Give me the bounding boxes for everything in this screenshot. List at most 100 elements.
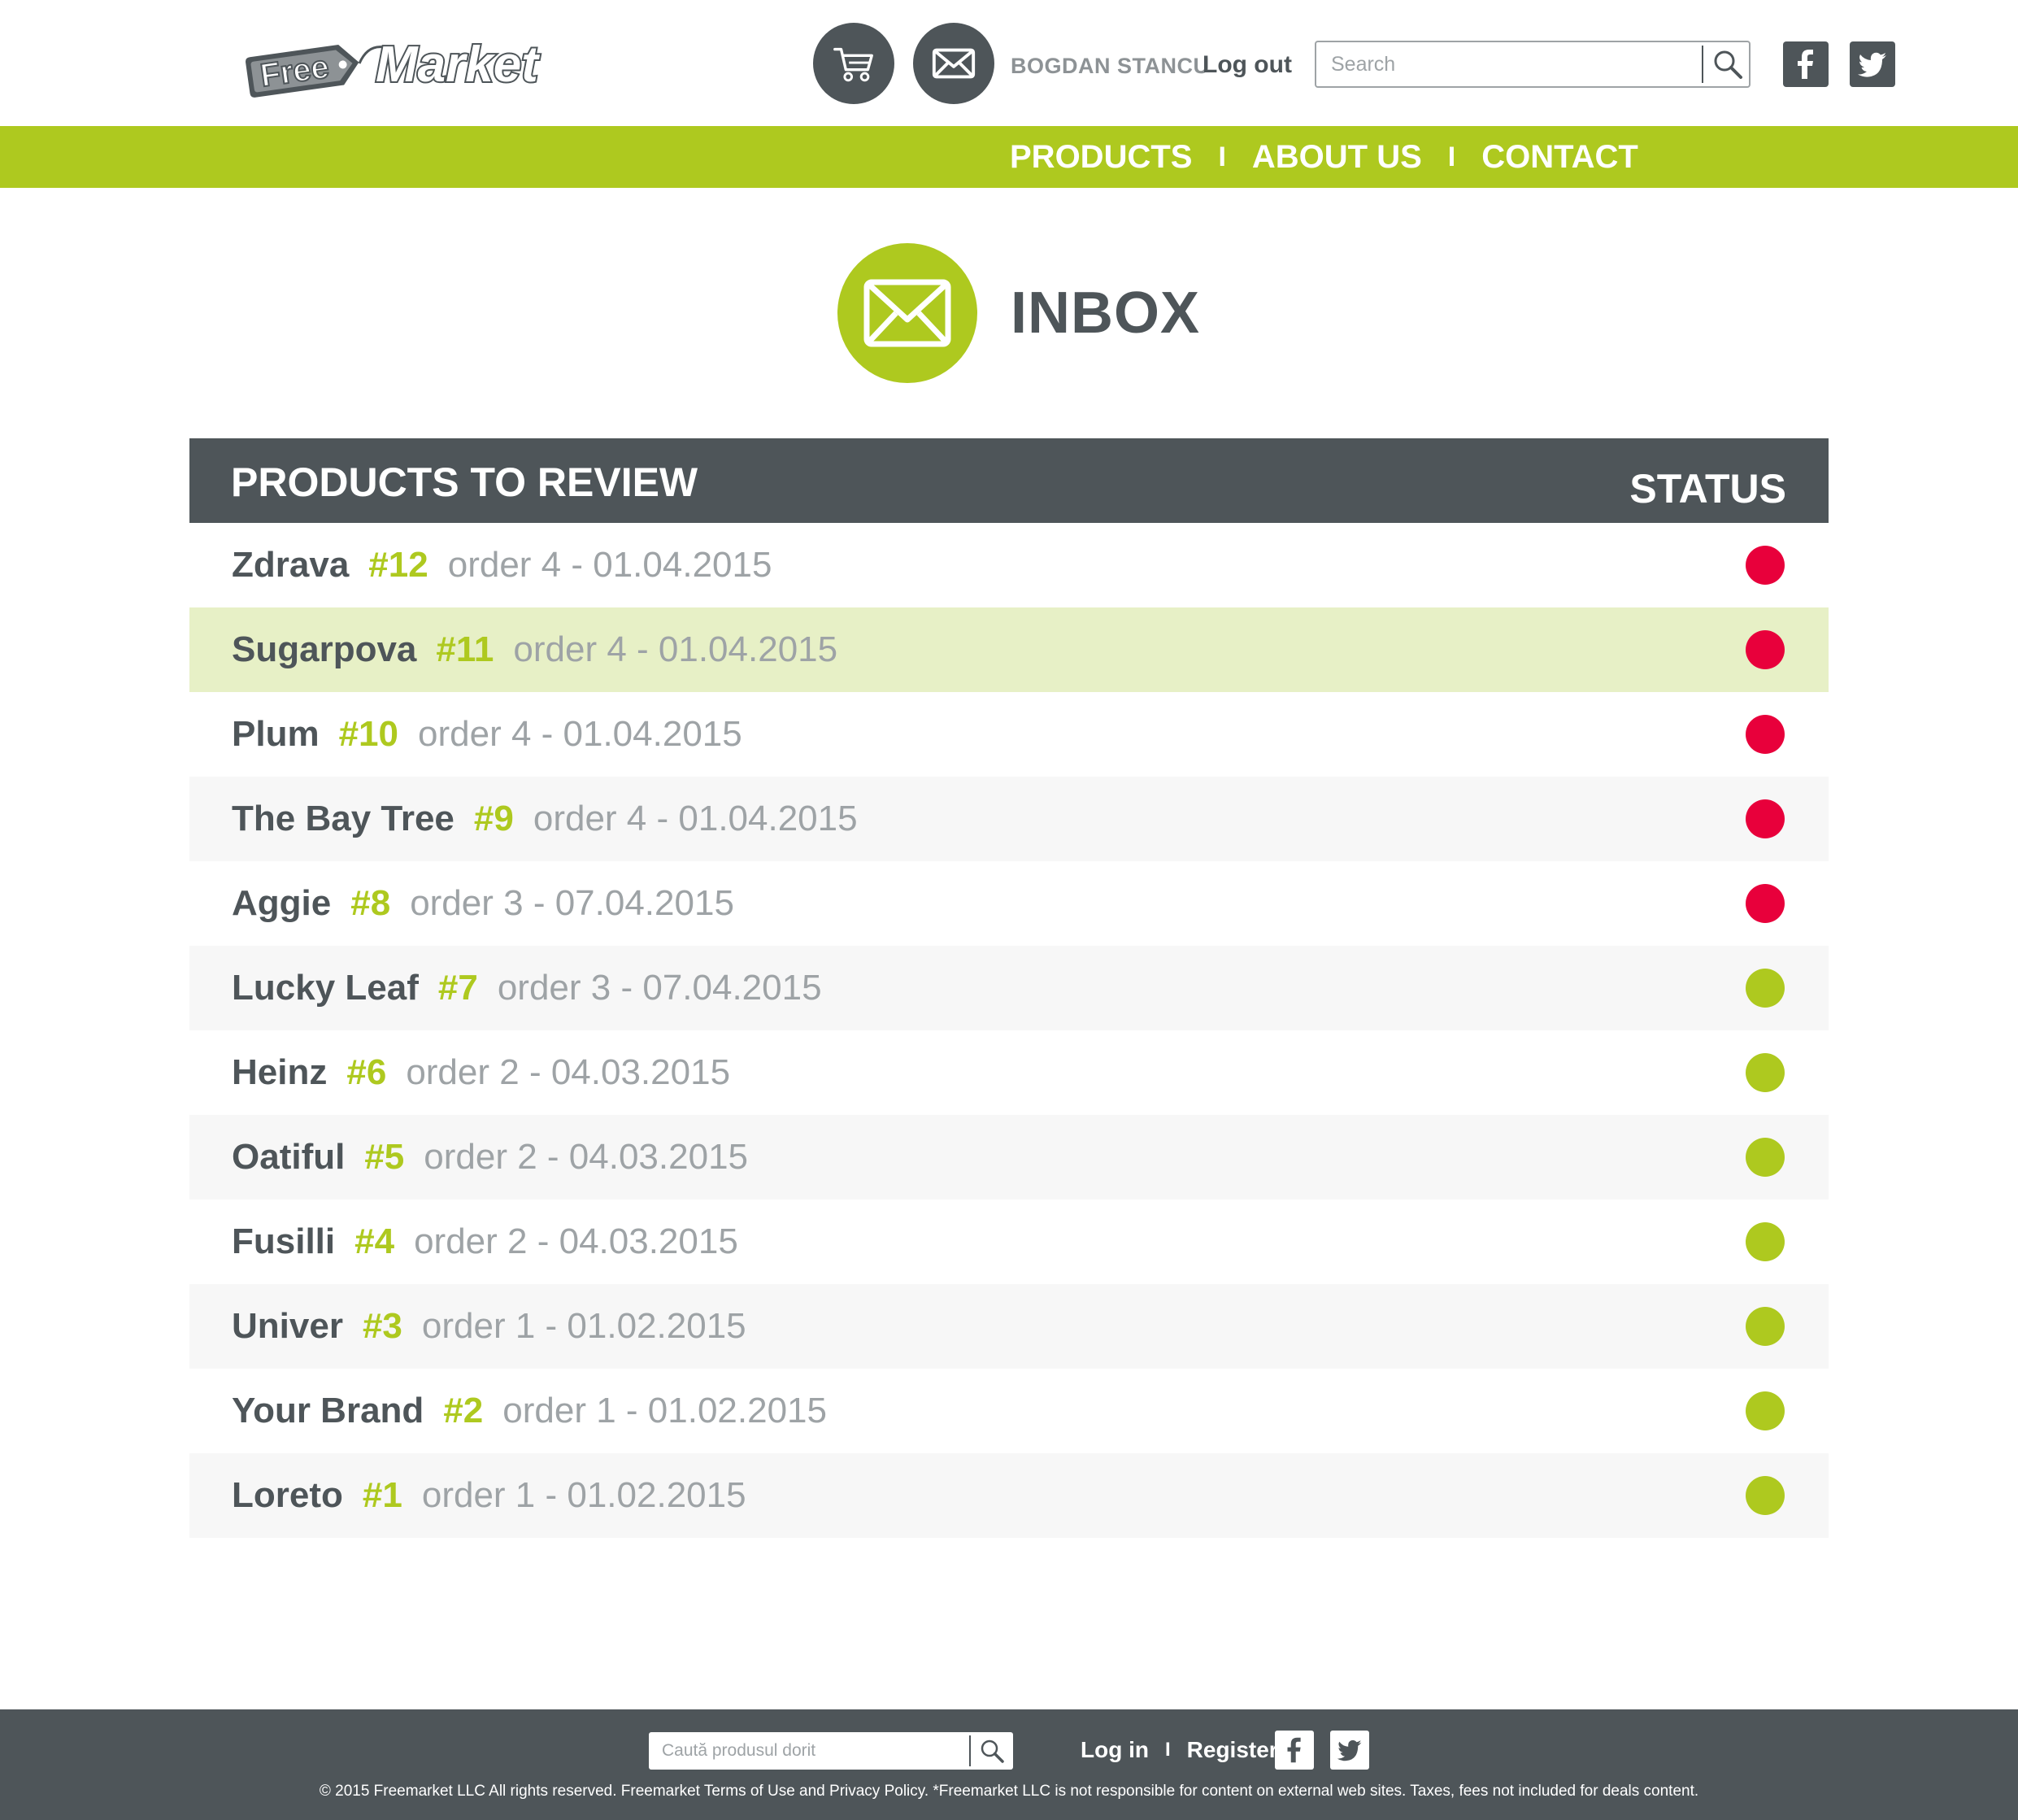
freemarket-logo[interactable]: Free Market — [246, 24, 587, 106]
footer-login-link[interactable]: Log in — [1081, 1737, 1149, 1763]
facebook-icon — [1798, 50, 1813, 79]
order-info: order 2 - 04.03.2015 — [424, 1137, 749, 1177]
status-indicator — [1746, 1053, 1785, 1092]
footer-separator: I — [1164, 1739, 1171, 1761]
order-info: order 2 - 04.03.2015 — [414, 1221, 738, 1261]
table-row[interactable]: Your Brand #2 order 1 - 01.02.2015 — [189, 1369, 1829, 1453]
status-indicator — [1746, 884, 1785, 923]
order-info: order 4 - 01.04.2015 — [513, 629, 838, 669]
twitter-icon — [1858, 52, 1886, 77]
product-name: Heinz — [232, 1052, 328, 1092]
product-name: Sugarpova — [232, 629, 417, 669]
mail-icon — [863, 279, 951, 347]
product-number: #2 — [443, 1391, 484, 1430]
product-number: #6 — [346, 1052, 387, 1092]
product-name: Oatiful — [232, 1137, 346, 1177]
table-body: Zdrava #12 order 4 - 01.04.2015 Sugarpova #1… — [189, 523, 1829, 1538]
order-info: order 3 - 07.04.2015 — [410, 883, 734, 923]
inbox-title-badge — [837, 243, 977, 383]
product-name: Lucky Leaf — [232, 968, 419, 1008]
cart-button[interactable] — [813, 23, 894, 104]
twitter-link[interactable] — [1850, 41, 1895, 87]
product-name: Zdrava — [232, 545, 350, 585]
order-info: order 1 - 01.02.2015 — [421, 1306, 746, 1346]
product-number: #9 — [473, 799, 514, 838]
order-info: order 4 - 01.04.2015 — [533, 799, 858, 838]
footer-search-input[interactable] — [649, 1732, 968, 1770]
table-row[interactable]: Sugarpova #11 order 4 - 01.04.2015 — [189, 607, 1829, 692]
footer: Log in I Register © 2015 Freemarket LLC … — [0, 1709, 2018, 1820]
order-info: order 1 - 01.02.2015 — [502, 1391, 827, 1430]
table-row[interactable]: Zdrava #12 order 4 - 01.04.2015 — [189, 523, 1829, 607]
product-name: Aggie — [232, 883, 332, 923]
table-row[interactable]: Plum #10 order 4 - 01.04.2015 — [189, 692, 1829, 777]
product-number: #11 — [436, 629, 494, 669]
table-row[interactable]: Fusilli #4 order 2 - 04.03.2015 — [189, 1200, 1829, 1284]
product-number: #1 — [362, 1475, 402, 1515]
table-row[interactable]: Heinz #6 order 2 - 04.03.2015 — [189, 1030, 1829, 1115]
product-name: Univer — [232, 1306, 343, 1346]
table-header: PRODUCTS TO REVIEW STATUS — [189, 438, 1829, 523]
page-title: INBOX — [1011, 281, 1201, 346]
username-label: BOGDAN STANCU — [1011, 54, 1210, 78]
status-indicator — [1746, 630, 1785, 669]
products-review-table: PRODUCTS TO REVIEW STATUS Zdrava #12 order… — [189, 438, 1829, 1538]
status-indicator — [1746, 546, 1785, 585]
inbox-button[interactable] — [913, 23, 994, 104]
column-header-products: PRODUCTS TO REVIEW — [231, 459, 698, 505]
order-info: order 3 - 07.04.2015 — [497, 968, 822, 1008]
status-indicator — [1746, 715, 1785, 754]
status-indicator — [1746, 1307, 1785, 1346]
main-nav: PRODUCTS I ABOUT US I CONTACT — [0, 126, 2018, 188]
nav-contact[interactable]: CONTACT — [1481, 126, 1638, 188]
table-row[interactable]: Lucky Leaf #7 order 3 - 07.04.2015 — [189, 946, 1829, 1030]
status-indicator — [1746, 1391, 1785, 1430]
table-row[interactable]: Univer #3 order 1 - 01.02.2015 — [189, 1284, 1829, 1369]
product-number: #10 — [338, 714, 398, 754]
footer-register-link[interactable]: Register — [1187, 1737, 1278, 1763]
facebook-icon — [1287, 1737, 1301, 1763]
search-divider — [1702, 46, 1703, 83]
logout-link[interactable]: Log out — [1203, 50, 1292, 80]
product-number: #8 — [350, 883, 391, 923]
footer-twitter-link[interactable] — [1330, 1731, 1369, 1770]
footer-search-divider — [969, 1735, 971, 1766]
product-name: Fusilli — [232, 1221, 336, 1261]
table-row[interactable]: Loreto #1 order 1 - 01.02.2015 — [189, 1453, 1829, 1538]
search-input[interactable] — [1316, 42, 1703, 86]
status-indicator — [1746, 969, 1785, 1008]
search-icon[interactable] — [1710, 46, 1746, 82]
product-number: #3 — [362, 1306, 402, 1346]
logo-market-text: Market — [376, 37, 540, 93]
nav-products[interactable]: PRODUCTS — [1010, 126, 1192, 188]
footer-facebook-link[interactable] — [1275, 1731, 1314, 1770]
product-name: Loreto — [232, 1475, 343, 1515]
twitter-icon — [1337, 1739, 1362, 1761]
status-indicator — [1746, 799, 1785, 838]
product-number: #7 — [437, 968, 478, 1008]
nav-separator: I — [1447, 142, 1456, 172]
nav-about-us[interactable]: ABOUT US — [1252, 126, 1422, 188]
product-number: #5 — [364, 1137, 405, 1177]
order-info: order 2 - 04.03.2015 — [406, 1052, 731, 1092]
product-number: #4 — [354, 1221, 395, 1261]
status-indicator — [1746, 1222, 1785, 1261]
table-row[interactable]: The Bay Tree #9 order 4 - 01.04.2015 — [189, 777, 1829, 861]
order-info: order 4 - 01.04.2015 — [418, 714, 742, 754]
product-number: #12 — [368, 545, 428, 585]
column-header-status: STATUS — [1629, 466, 1786, 512]
footer-search-box — [649, 1732, 1013, 1770]
status-indicator — [1746, 1138, 1785, 1177]
table-row[interactable]: Aggie #8 order 3 - 07.04.2015 — [189, 861, 1829, 946]
product-name: Your Brand — [232, 1391, 424, 1430]
search-icon[interactable] — [977, 1736, 1007, 1766]
facebook-link[interactable] — [1783, 41, 1829, 87]
copyright-text: © 2015 Freemarket LLC All rights reserve… — [319, 1783, 1699, 1800]
table-row[interactable]: Oatiful #5 order 2 - 04.03.2015 — [189, 1115, 1829, 1200]
mail-icon — [932, 48, 976, 79]
order-info: order 4 - 01.04.2015 — [447, 545, 772, 585]
product-name: Plum — [232, 714, 320, 754]
product-name: The Bay Tree — [232, 799, 454, 838]
cart-icon — [833, 47, 873, 82]
status-indicator — [1746, 1476, 1785, 1515]
